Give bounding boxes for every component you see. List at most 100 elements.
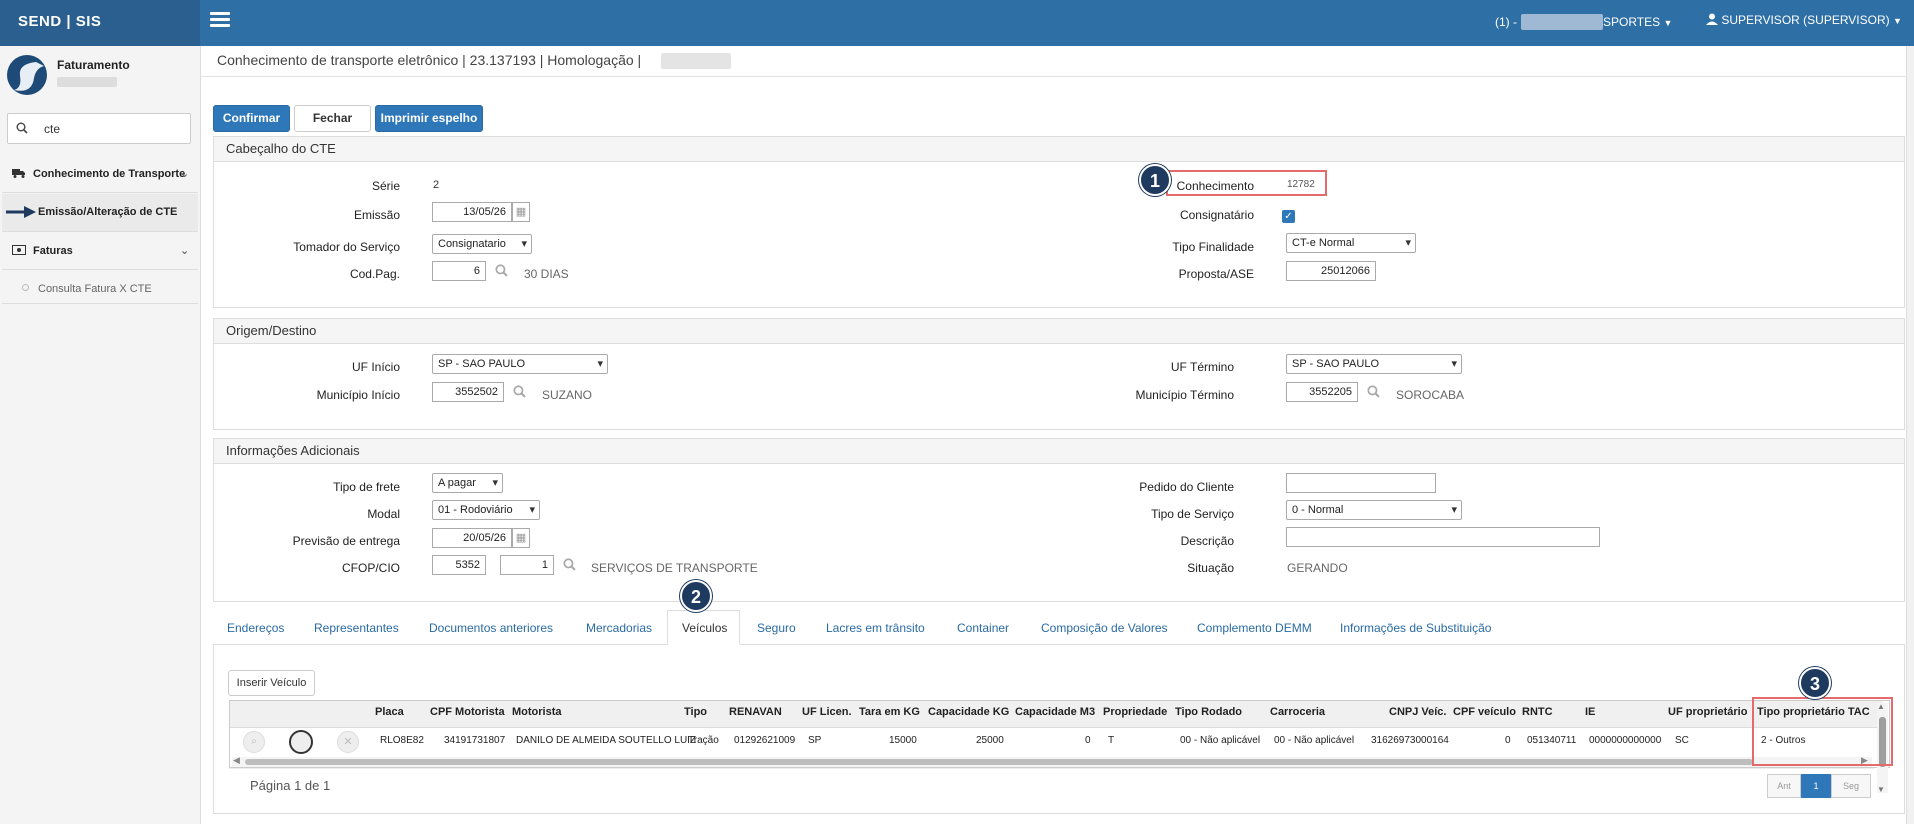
pedido-label: Pedido do Cliente — [1139, 480, 1234, 494]
chevron-down-icon: ▼ — [1892, 16, 1902, 26]
tab-container[interactable]: Container — [957, 621, 1009, 635]
search-icon[interactable] — [495, 264, 508, 277]
col-header[interactable]: Propriedade — [1103, 706, 1167, 718]
calendar-icon[interactable]: ▦ — [512, 202, 530, 222]
scroll-left-icon[interactable]: ◀ — [233, 755, 240, 766]
page-1-button[interactable]: 1 — [1801, 774, 1831, 798]
user-menu[interactable]: SUPERVISOR (SUPERVISOR) ▼ — [1706, 13, 1902, 27]
tab-substituicao[interactable]: Informações de Substituição — [1340, 621, 1491, 635]
insert-vehicle-button[interactable]: Inserir Veículo — [228, 670, 315, 696]
mun-inicio-label: Município Início — [316, 388, 400, 402]
tab-documentos[interactable]: Documentos anteriores — [429, 621, 553, 635]
cell-rodado: 00 - Não aplicável — [1180, 735, 1261, 746]
col-header[interactable]: UF Licen. — [802, 706, 852, 718]
tab-composicao[interactable]: Composição de Valores — [1041, 621, 1168, 635]
col-header[interactable]: Tipo Rodado — [1175, 706, 1242, 718]
pedido-input[interactable] — [1286, 473, 1436, 493]
calendar-icon[interactable]: ▦ — [512, 528, 530, 548]
mun-termino-desc: SOROCABA — [1396, 388, 1465, 402]
print-button[interactable]: Imprimir espelho — [375, 105, 483, 132]
confirm-button[interactable]: Confirmar — [213, 105, 290, 132]
consignatario-checkbox[interactable]: ✓ — [1282, 210, 1295, 223]
col-header[interactable]: Motorista — [512, 706, 562, 718]
mun-termino-input[interactable]: 3552205 — [1286, 382, 1358, 402]
view-icon[interactable]: ⌕ — [243, 731, 265, 753]
col-header[interactable]: CPF Motorista — [430, 706, 505, 718]
cell-renavan: 01292621009 — [734, 735, 796, 746]
search-icon[interactable] — [1367, 385, 1380, 398]
col-header[interactable]: RENAVAN — [729, 706, 782, 718]
cfop-desc: SERVIÇOS DE TRANSPORTE — [591, 561, 758, 575]
col-header[interactable]: UF proprietário — [1668, 706, 1747, 718]
company-label: (1) - — [1495, 15, 1517, 29]
col-header[interactable]: CPF veículo — [1453, 706, 1516, 718]
tab-representantes[interactable]: Representantes — [314, 621, 399, 635]
col-header[interactable]: Tipo — [684, 706, 707, 718]
previsao-label: Previsão de entrega — [292, 534, 400, 548]
proposta-input[interactable]: 25012066 — [1286, 261, 1376, 281]
next-page-button[interactable]: Seg — [1831, 774, 1871, 798]
sidebar-item-consulta[interactable]: Consulta Fatura X CTE — [2, 272, 198, 304]
tab-lacres[interactable]: Lacres em trânsito — [826, 621, 925, 635]
col-header[interactable]: CNPJ Veíc. — [1389, 706, 1446, 718]
cfop-input[interactable]: 5352 — [432, 555, 486, 575]
page-title-redacted — [661, 53, 731, 69]
page-scrollbar[interactable] — [1906, 46, 1914, 824]
col-header[interactable]: Capacidade KG — [928, 706, 1009, 718]
bullet-icon — [22, 284, 29, 291]
frete-select[interactable]: A pagar — [432, 473, 503, 493]
sidebar-item-label: Consulta Fatura X CTE — [38, 283, 152, 295]
descricao-label: Descrição — [1180, 534, 1234, 548]
uf-termino-label: UF Término — [1170, 360, 1234, 374]
prev-page-button[interactable]: Ant — [1767, 774, 1801, 798]
brand-logo[interactable]: SEND | SIS — [0, 0, 200, 46]
emissao-input[interactable]: 13/05/26 — [432, 202, 512, 222]
tab-enderecos[interactable]: Endereços — [227, 621, 284, 635]
col-header[interactable]: Capacidade M3 — [1015, 706, 1095, 718]
col-header[interactable]: Carroceria — [1270, 706, 1325, 718]
modal-label: Modal — [367, 507, 400, 521]
serie-value: 2 — [433, 179, 440, 191]
previsao-input[interactable]: 20/05/26 — [432, 528, 512, 548]
hamburger-menu-icon[interactable] — [210, 12, 230, 30]
search-icon[interactable] — [513, 385, 526, 398]
col-header[interactable]: Tara em KG — [859, 706, 920, 718]
descricao-input[interactable] — [1286, 527, 1600, 547]
tab-complemento[interactable]: Complemento DEMM — [1197, 621, 1312, 635]
search-icon[interactable] — [563, 558, 576, 571]
col-header[interactable]: RNTC — [1522, 706, 1553, 718]
tomador-label: Tomador do Serviço — [293, 240, 400, 254]
situacao-value: GERANDO — [1287, 561, 1348, 575]
company-suffix[interactable]: SPORTES ▼ — [1603, 15, 1672, 29]
proposta-label: Proposta/ASE — [1178, 267, 1254, 281]
uf-inicio-select[interactable]: SP - SAO PAULO — [432, 354, 608, 374]
edit-icon[interactable] — [289, 730, 313, 754]
emissao-label: Emissão — [353, 208, 400, 222]
finalidade-select[interactable]: CT-e Normal — [1286, 233, 1416, 253]
sidebar-search[interactable]: cte — [7, 113, 191, 144]
sidebar-item-conhecimento[interactable]: Conhecimento de Transporte ⌄ — [2, 155, 198, 193]
close-button[interactable]: Fechar — [294, 105, 371, 132]
tab-mercadorias[interactable]: Mercadorias — [586, 621, 652, 635]
col-header[interactable]: Placa — [375, 706, 404, 718]
mun-inicio-input[interactable]: 3552502 — [432, 382, 504, 402]
modal-select[interactable]: 01 - Rodoviário — [432, 500, 540, 520]
tab-veiculos[interactable]: Veículos — [682, 621, 727, 635]
tab-seguro[interactable]: Seguro — [757, 621, 796, 635]
delete-icon[interactable]: ✕ — [337, 731, 359, 753]
cfop-seq-input[interactable]: 1 — [500, 555, 554, 575]
sidebar-item-label: Faturas — [33, 245, 73, 257]
scroll-down-icon[interactable]: ▼ — [1877, 785, 1885, 794]
col-header[interactable]: IE — [1585, 706, 1595, 718]
tomador-select[interactable]: Consignatario — [432, 234, 532, 254]
uf-termino-select[interactable]: SP - SAO PAULO — [1286, 354, 1462, 374]
sidebar-item-emissao[interactable]: Emissão/Alteração de CTE — [2, 194, 198, 232]
company-selector[interactable]: (1) - — [1495, 15, 1517, 29]
scrollbar-thumb[interactable] — [245, 759, 1753, 765]
situacao-label: Situação — [1187, 561, 1234, 575]
sidebar-item-faturas[interactable]: Faturas ⌄ — [2, 232, 198, 270]
codpag-input[interactable]: 6 — [432, 261, 486, 281]
tipo-servico-select[interactable]: 0 - Normal — [1286, 500, 1462, 520]
search-input[interactable]: cte — [44, 122, 60, 136]
mun-inicio-desc: SUZANO — [542, 388, 593, 402]
